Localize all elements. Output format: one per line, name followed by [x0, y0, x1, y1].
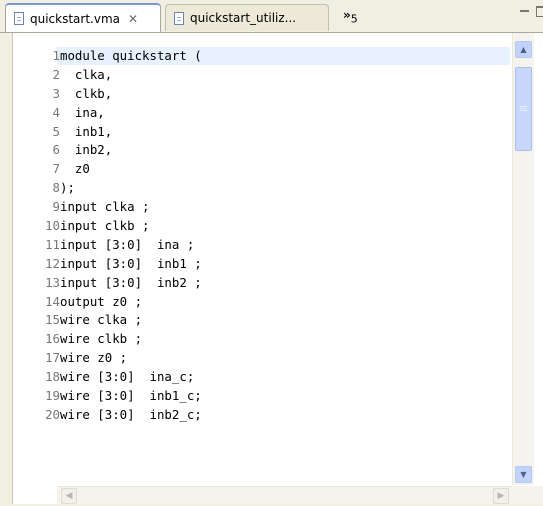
code-text-area[interactable]: 1 module quickstart (2 clka, 3 clkb, 4 ina,…: [13, 46, 510, 485]
code-text: wire [3:0] inb1_c;: [60, 388, 202, 404]
code-text: wire clkb ;: [60, 331, 143, 347]
tab-overflow-button[interactable]: »5: [343, 8, 358, 25]
line-number: 4: [52, 104, 60, 120]
code-line[interactable]: 10 input clkb ;: [13, 216, 510, 235]
line-number: 8: [52, 180, 60, 196]
line-number: 12: [45, 255, 60, 271]
scrollbar-thumb[interactable]: [515, 67, 532, 151]
code-text: wire clka ;: [60, 312, 143, 328]
code-text: output z0 ;: [60, 293, 143, 309]
code-line[interactable]: 9 input clka ;: [13, 197, 510, 216]
code-line[interactable]: 13 input [3:0] inb2 ;: [13, 273, 510, 292]
editor-right-frame: [533, 33, 543, 506]
code-line[interactable]: 6 inb2,: [13, 140, 510, 159]
line-number: 18: [45, 369, 60, 385]
scrollbar-corner: [512, 486, 543, 504]
code-text: module quickstart (: [60, 48, 202, 63]
tab-quickstart-vma[interactable]: quickstart.vma ✕: [5, 3, 161, 32]
code-text: );: [60, 180, 75, 196]
tab-label: quickstart.vma: [30, 11, 121, 26]
editor-tab-bar: quickstart.vma ✕ quickstart_utiliz... »5: [0, 0, 543, 33]
arrow-up-icon[interactable]: ▲: [515, 41, 532, 58]
code-text: inb1,: [60, 123, 113, 139]
horizontal-scrollbar[interactable]: ◀ ▶: [57, 486, 512, 505]
code-line[interactable]: 16 wire clkb ;: [13, 329, 510, 348]
line-number: 10: [45, 218, 60, 234]
maximize-icon[interactable]: [536, 6, 543, 17]
minimize-icon[interactable]: [520, 10, 529, 12]
code-line[interactable]: 18 wire [3:0] ina_c;: [13, 367, 510, 386]
line-number: 6: [52, 142, 60, 158]
document-icon: [174, 11, 184, 25]
code-line[interactable]: 15 wire clka ;: [13, 310, 510, 329]
code-text: clkb,: [60, 85, 113, 101]
code-text: wire [3:0] ina_c;: [60, 369, 195, 385]
code-line[interactable]: 5 inb1,: [13, 122, 510, 141]
code-line[interactable]: 1 module quickstart (: [13, 46, 510, 65]
code-text: clka,: [60, 66, 113, 82]
line-number: 7: [52, 161, 60, 177]
line-number: 9: [52, 199, 60, 215]
line-number: 16: [45, 331, 60, 347]
code-text: inb2,: [60, 142, 113, 158]
hidden-tab-count: 5: [350, 12, 358, 26]
line-number: 1: [52, 48, 60, 63]
vertical-scrollbar[interactable]: ▲ ▼: [512, 33, 534, 485]
code-line[interactable]: 19 wire [3:0] inb1_c;: [13, 386, 510, 405]
code-text: ina,: [60, 104, 105, 120]
line-number: 17: [45, 350, 60, 366]
line-number: 11: [45, 236, 60, 252]
line-number: 14: [45, 293, 60, 309]
code-line[interactable]: 11 input [3:0] ina ;: [13, 235, 510, 254]
arrow-left-icon[interactable]: ◀: [61, 488, 77, 504]
chevron-double-right-icon: »: [343, 8, 351, 22]
tab-quickstart-utiliz[interactable]: quickstart_utiliz...: [165, 4, 329, 31]
code-text: wire [3:0] inb2_c;: [60, 406, 202, 422]
code-text: input clkb ;: [60, 218, 150, 234]
line-number: 2: [52, 66, 60, 82]
code-line[interactable]: 3 clkb,: [13, 84, 510, 103]
code-text: input [3:0] inb2 ;: [60, 274, 202, 290]
code-text: wire z0 ;: [60, 350, 128, 366]
code-text: input [3:0] inb1 ;: [60, 255, 202, 271]
line-number: 13: [45, 274, 60, 290]
arrow-right-icon[interactable]: ▶: [493, 488, 509, 504]
line-number: 20: [45, 406, 60, 422]
code-text: z0: [60, 161, 90, 177]
code-line[interactable]: 4 ina,: [13, 103, 510, 122]
code-line[interactable]: 14 output z0 ;: [13, 292, 510, 311]
code-text: input [3:0] ina ;: [60, 236, 195, 252]
line-number: 15: [45, 312, 60, 328]
editor-left-frame: [0, 33, 12, 506]
code-line[interactable]: 7 z0: [13, 159, 510, 178]
code-text: input clka ;: [60, 199, 150, 215]
code-line[interactable]: 12 input [3:0] inb1 ;: [13, 254, 510, 273]
arrow-down-icon[interactable]: ▼: [515, 466, 532, 483]
code-line[interactable]: 20 wire [3:0] inb2_c;: [13, 405, 510, 424]
line-number: 3: [52, 85, 60, 101]
code-line[interactable]: 17 wire z0 ;: [13, 348, 510, 367]
line-number: 5: [52, 123, 60, 139]
code-line[interactable]: 2 clka,: [13, 65, 510, 84]
line-number: 19: [45, 388, 60, 404]
close-icon[interactable]: ✕: [128, 12, 138, 26]
document-icon: [14, 12, 24, 25]
code-line[interactable]: 8);: [13, 178, 510, 197]
tab-label: quickstart_utiliz...: [190, 11, 297, 25]
